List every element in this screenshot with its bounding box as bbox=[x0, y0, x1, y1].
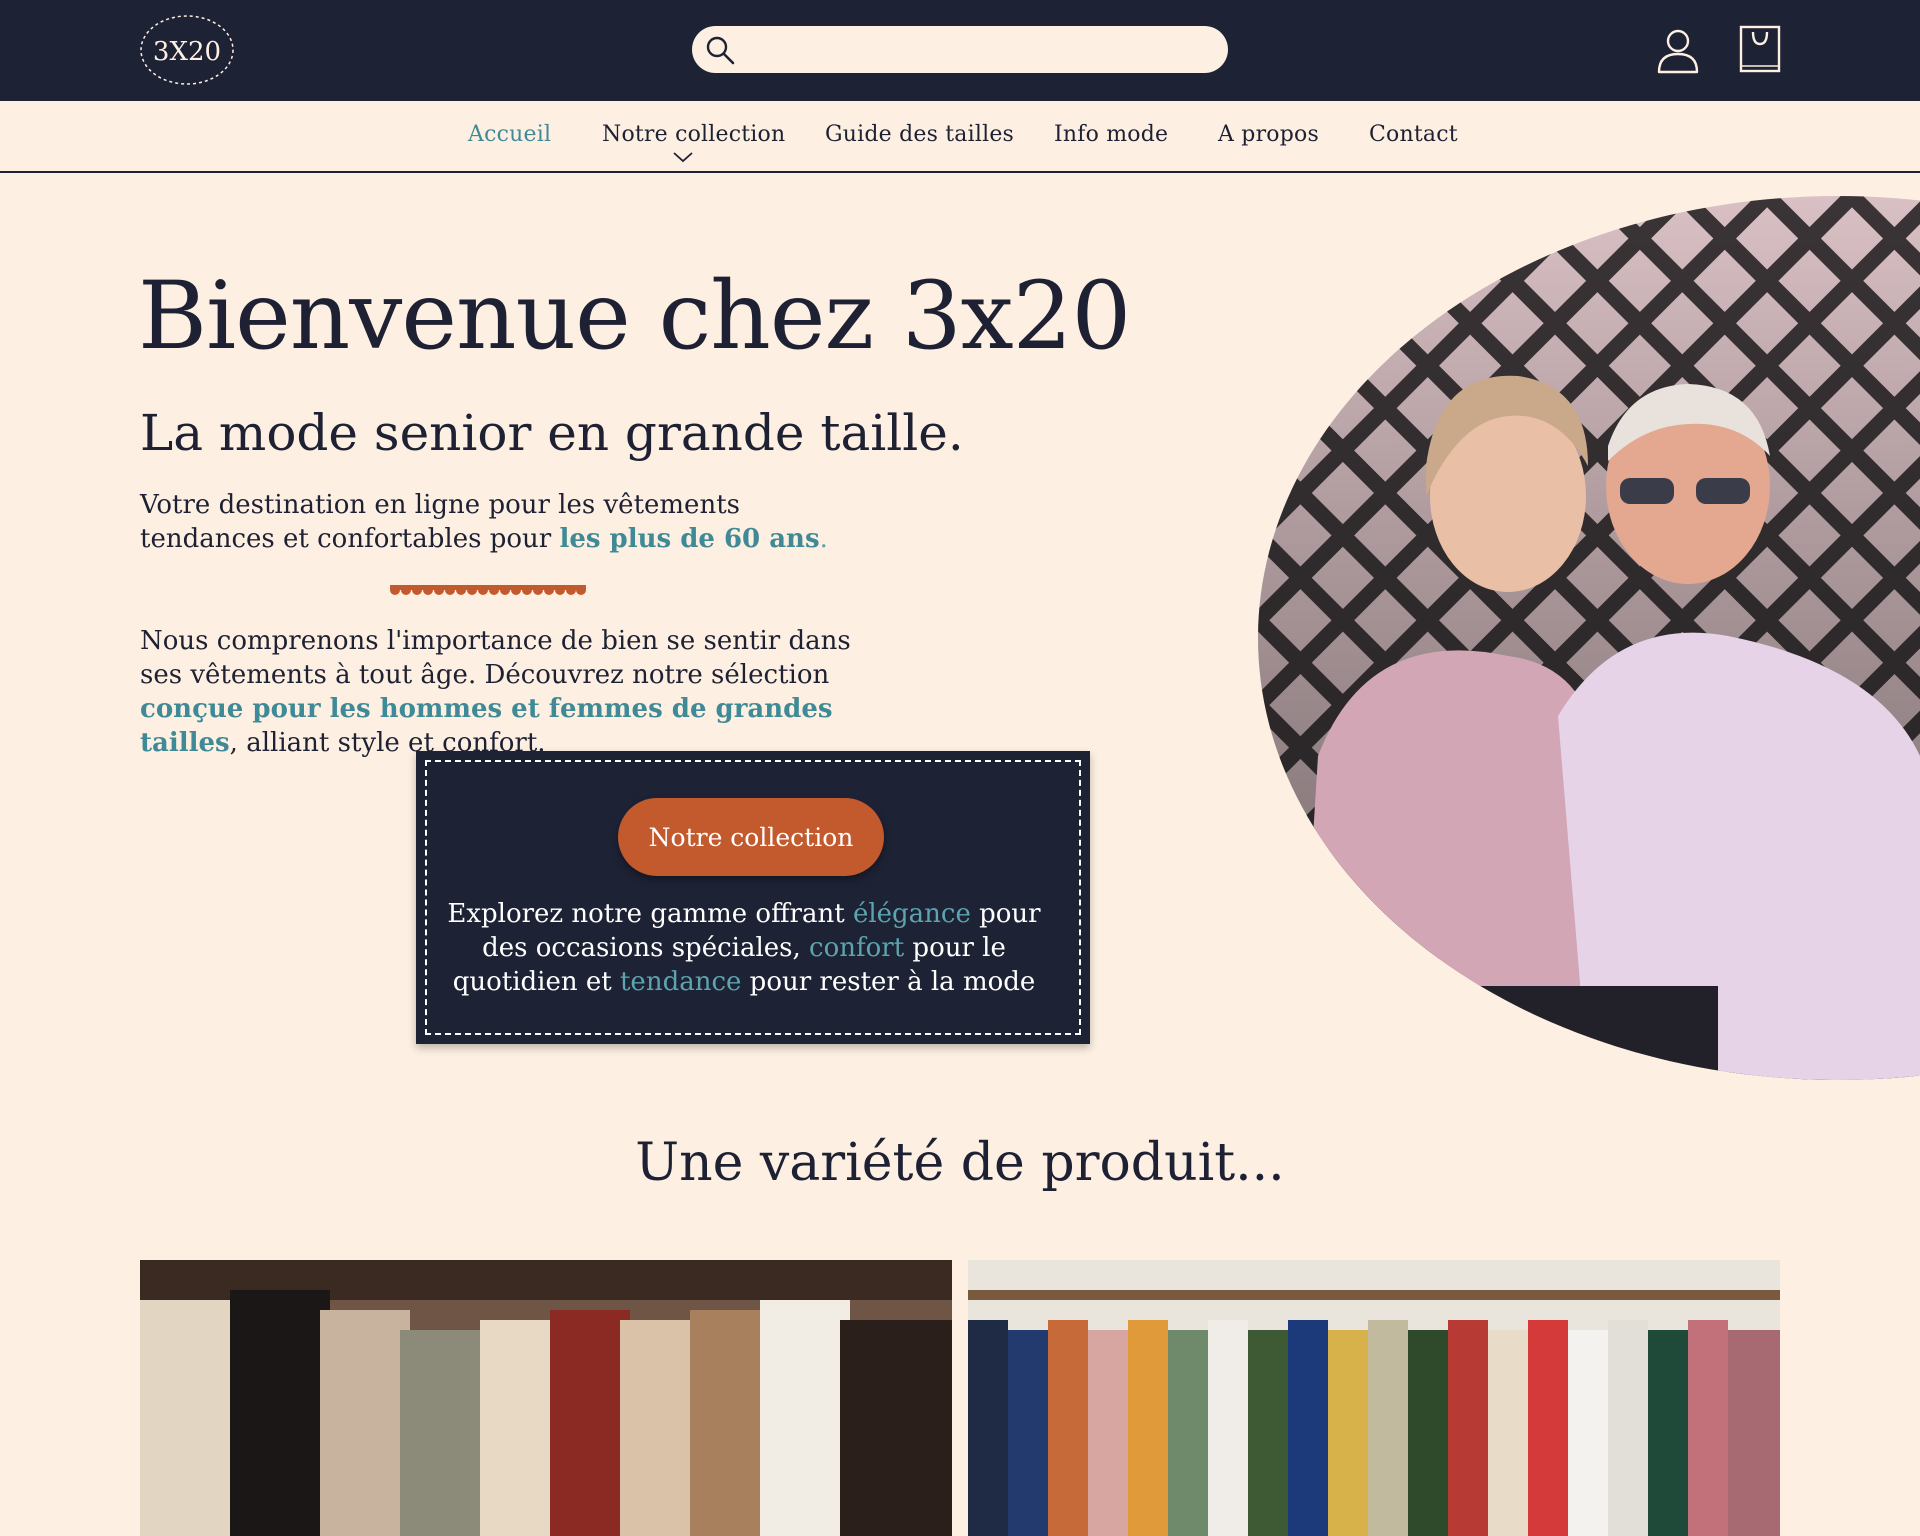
cta-word-elegance: élégance bbox=[852, 899, 971, 929]
product-image-clothes-rack[interactable] bbox=[140, 1260, 952, 1536]
intro-end: . bbox=[819, 524, 828, 554]
hero-description: Nous comprenons l'importance de bien se … bbox=[140, 624, 880, 760]
collection-cta-card: Notre collection Explorez notre gamme of… bbox=[416, 751, 1090, 1044]
brand-logo[interactable]: 3X20 bbox=[140, 14, 234, 86]
nav-item-info-mode[interactable]: Info mode bbox=[1054, 122, 1168, 147]
products-heading: Une variété de produit... bbox=[635, 1133, 1285, 1193]
search-icon[interactable] bbox=[704, 34, 736, 66]
nav-item-a-propos[interactable]: A propos bbox=[1218, 122, 1319, 147]
cta-text-4: pour rester à la mode bbox=[741, 967, 1036, 997]
nav-item-accueil[interactable]: Accueil bbox=[468, 122, 551, 147]
cta-word-confort: confort bbox=[809, 933, 905, 963]
cta-description: Explorez notre gamme offrant élégance po… bbox=[446, 897, 1042, 999]
para-text-1: Nous comprenons l'importance de bien se … bbox=[140, 626, 851, 690]
intro-accent: les plus de 60 ans bbox=[559, 524, 820, 554]
cta-word-tendance: tendance bbox=[619, 967, 742, 997]
nav-item-contact[interactable]: Contact bbox=[1369, 122, 1458, 147]
nav-item-collection[interactable]: Notre collection bbox=[602, 122, 785, 147]
chevron-down-icon[interactable] bbox=[672, 151, 694, 163]
hero-couple-photo bbox=[1258, 196, 1920, 1080]
collection-button[interactable]: Notre collection bbox=[618, 798, 884, 876]
main-nav: Accueil Notre collection Guide des taill… bbox=[0, 101, 1920, 173]
cta-text-1: Explorez notre gamme offrant bbox=[447, 899, 853, 929]
nav-item-guide-tailles[interactable]: Guide des tailles bbox=[825, 122, 1014, 147]
svg-text:3X20: 3X20 bbox=[153, 37, 221, 67]
hero-title: Bienvenue chez 3x20 bbox=[138, 262, 1131, 371]
user-icon[interactable] bbox=[1656, 28, 1700, 74]
hero-subtitle: La mode senior en grande taille. bbox=[140, 404, 964, 462]
shopping-bag-icon[interactable] bbox=[1738, 24, 1782, 74]
hero-intro: Votre destination en ligne pour les vête… bbox=[140, 488, 860, 556]
product-image-pants-rack[interactable] bbox=[968, 1260, 1780, 1536]
search-bar[interactable] bbox=[692, 26, 1228, 73]
scallop-divider bbox=[390, 585, 586, 595]
search-input[interactable] bbox=[746, 32, 1210, 68]
top-header: 3X20 bbox=[0, 0, 1920, 101]
